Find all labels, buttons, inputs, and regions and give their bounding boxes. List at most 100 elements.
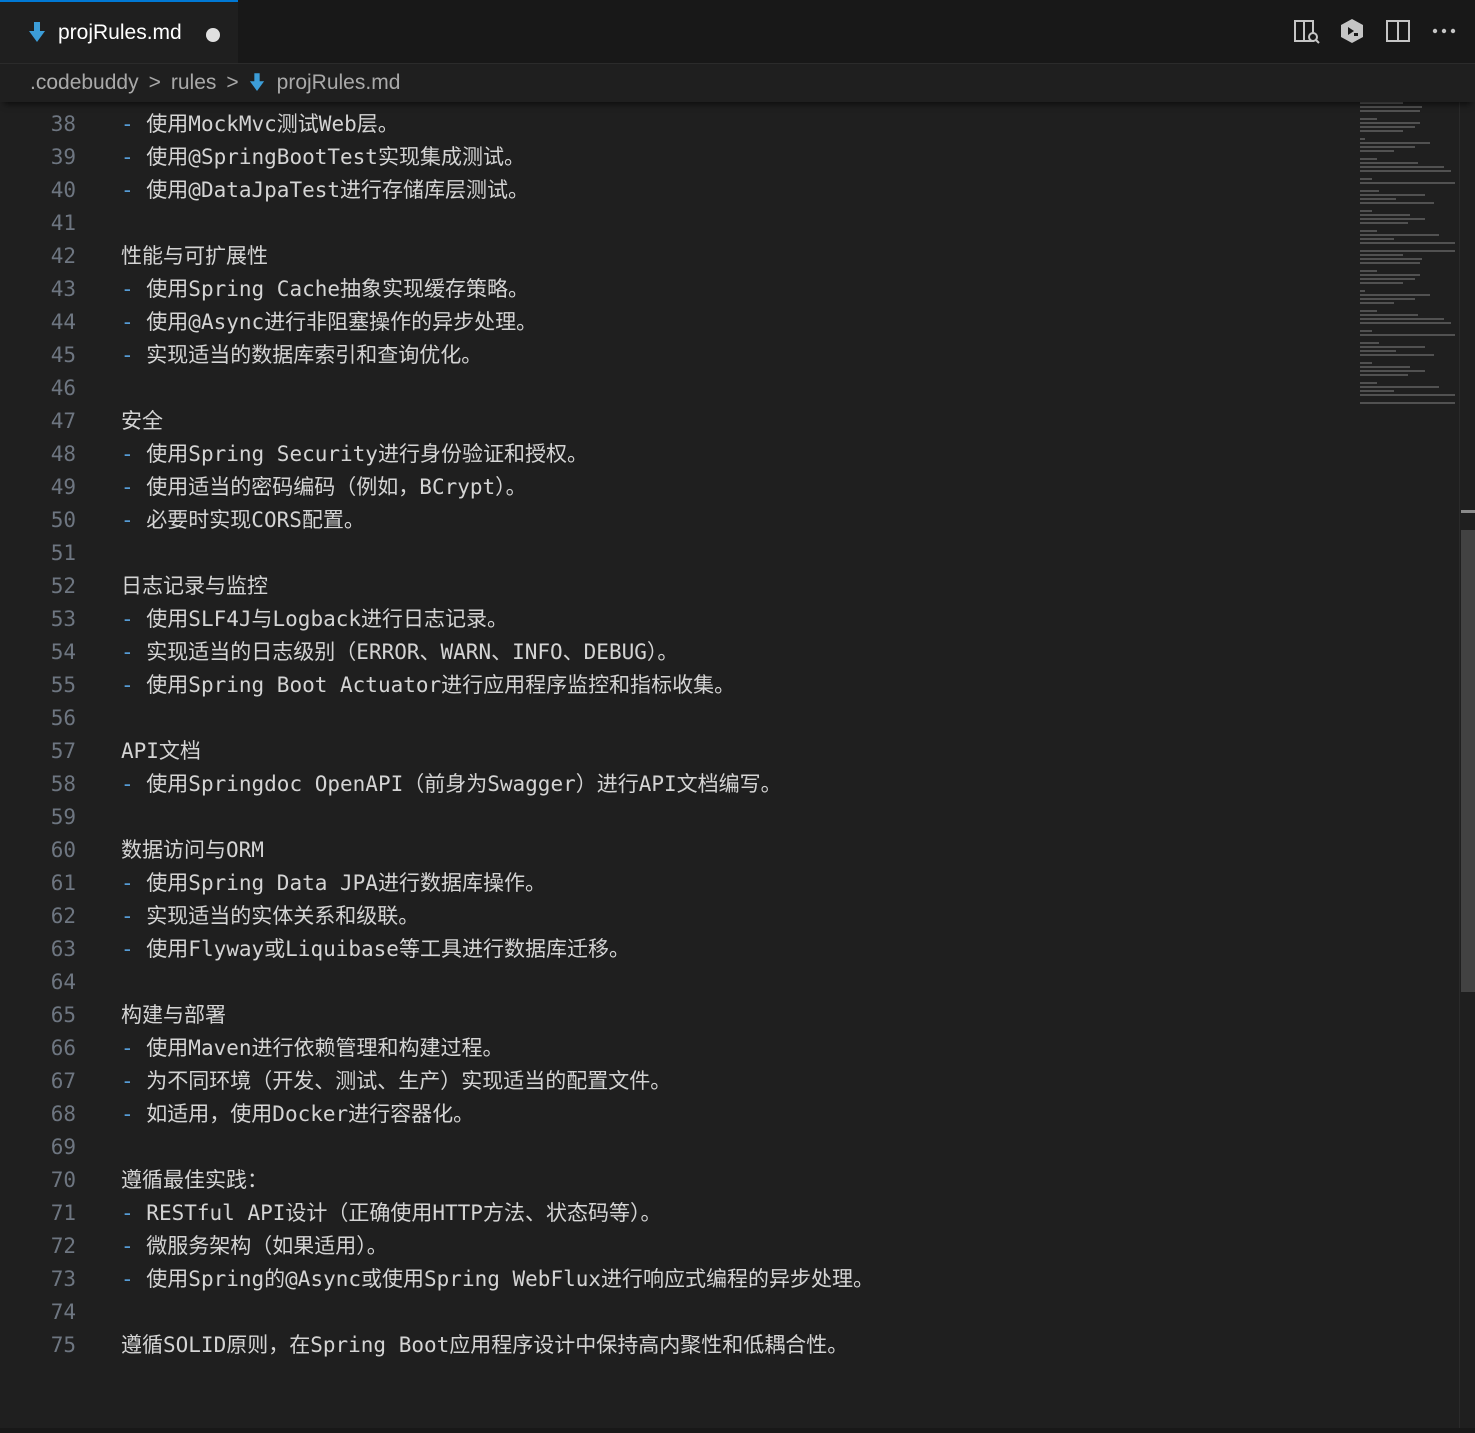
codebuddy-button[interactable]: [1337, 16, 1367, 46]
code-line[interactable]: 41: [0, 207, 1350, 240]
code-line[interactable]: 52 日志记录与监控: [0, 570, 1350, 603]
line-number: 48: [50, 442, 76, 466]
tab-bar: projRules.md: [0, 0, 1475, 64]
code-line[interactable]: 40 - 使用@DataJpaTest进行存储库层测试。: [0, 174, 1350, 207]
minimap-line: [1360, 126, 1415, 128]
minimap-line: [1360, 262, 1420, 264]
line-number: 52: [50, 574, 76, 598]
code-line[interactable]: 61 - 使用Spring Data JPA进行数据库操作。: [0, 867, 1350, 900]
minimap-line: [1360, 282, 1403, 284]
line-number: 60: [50, 838, 76, 862]
tab-label: projRules.md: [58, 20, 182, 44]
scrollbar-cursor-marker: [1461, 510, 1475, 513]
list-marker: -: [121, 1201, 134, 1225]
minimap-line: [1360, 386, 1439, 388]
list-marker: -: [121, 442, 134, 466]
line-text: - 实现适当的实体关系和级联。: [121, 904, 420, 928]
unsaved-changes-dot-icon[interactable]: [206, 28, 220, 42]
minimap-line: [1360, 254, 1403, 256]
code-line[interactable]: 70 遵循最佳实践：: [0, 1164, 1350, 1197]
code-line[interactable]: 54 - 实现适当的日志级别（ERROR、WARN、INFO、DEBUG）。: [0, 636, 1350, 669]
tab-projrules-md[interactable]: projRules.md: [0, 0, 238, 63]
minimap-line: [1360, 318, 1444, 320]
minimap-line: [1360, 334, 1455, 336]
minimap-line: [1360, 270, 1377, 272]
code-line[interactable]: 59: [0, 801, 1350, 834]
code-line[interactable]: 46: [0, 372, 1350, 405]
markdown-file-icon: [249, 73, 264, 91]
code-line[interactable]: 71 - RESTful API设计（正确使用HTTP方法、状态码等）。: [0, 1197, 1350, 1230]
minimap-line: [1360, 158, 1377, 160]
line-text: - 使用@SpringBootTest实现集成测试。: [121, 145, 525, 169]
code-line[interactable]: 43 - 使用Spring Cache抽象实现缓存策略。: [0, 273, 1350, 306]
minimap-line: [1360, 322, 1451, 324]
minimap-line: [1360, 258, 1422, 260]
minimap-line: [1360, 278, 1415, 280]
breadcrumb-separator: >: [226, 71, 239, 94]
list-marker: -: [121, 112, 134, 136]
code-line[interactable]: 42 性能与可扩展性: [0, 240, 1350, 273]
code-line[interactable]: 62 - 实现适当的实体关系和级联。: [0, 900, 1350, 933]
scrollbar-thumb[interactable]: [1461, 530, 1475, 992]
markdown-file-icon: [29, 21, 45, 42]
code-line[interactable]: 45 - 实现适当的数据库索引和查询优化。: [0, 339, 1350, 372]
code-line[interactable]: 60 数据访问与ORM: [0, 834, 1350, 867]
minimap[interactable]: [1360, 102, 1455, 404]
list-marker: -: [121, 277, 134, 301]
editor-actions: [1291, 16, 1459, 46]
code-line[interactable]: 64: [0, 966, 1350, 999]
line-number: 61: [50, 871, 76, 895]
code-line[interactable]: 55 - 使用Spring Boot Actuator进行应用程序监控和指标收集。: [0, 669, 1350, 702]
minimap-line: [1360, 214, 1410, 216]
code-line[interactable]: 44 - 使用@Async进行非阻塞操作的异步处理。: [0, 306, 1350, 339]
open-preview-to-side-button[interactable]: [1291, 16, 1321, 46]
code-line[interactable]: 49 - 使用适当的密码编码（例如，BCrypt）。: [0, 471, 1350, 504]
more-actions-button[interactable]: [1429, 16, 1459, 46]
code-line[interactable]: 66 - 使用Maven进行依赖管理和构建过程。: [0, 1032, 1350, 1065]
minimap-line: [1360, 238, 1394, 240]
code-line[interactable]: 50 - 必要时实现CORS配置。: [0, 504, 1350, 537]
code-line[interactable]: 48 - 使用Spring Security进行身份验证和授权。: [0, 438, 1350, 471]
code-line[interactable]: 63 - 使用Flyway或Liquibase等工具进行数据库迁移。: [0, 933, 1350, 966]
code-line[interactable]: 56: [0, 702, 1350, 735]
breadcrumb-folder-rules[interactable]: rules: [171, 71, 217, 95]
code-line[interactable]: 53 - 使用SLF4J与Logback进行日志记录。: [0, 603, 1350, 636]
line-number: 69: [50, 1135, 76, 1159]
code-line[interactable]: 72 - 微服务架构（如果适用）。: [0, 1230, 1350, 1263]
line-text: - 如适用，使用Docker进行容器化。: [121, 1102, 475, 1126]
code-line[interactable]: 58 - 使用Springdoc OpenAPI（前身为Swagger）进行API…: [0, 768, 1350, 801]
minimap-line: [1360, 290, 1365, 292]
code-line[interactable]: 73 - 使用Spring的@Async或使用Spring WebFlux进行响应…: [0, 1263, 1350, 1296]
split-editor-button[interactable]: [1383, 16, 1413, 46]
code-line[interactable]: 67 - 为不同环境（开发、测试、生产）实现适当的配置文件。: [0, 1065, 1350, 1098]
minimap-line: [1360, 166, 1444, 168]
line-number: 40: [50, 178, 76, 202]
line-number: 41: [50, 211, 76, 235]
line-number: 58: [50, 772, 76, 796]
minimap-line: [1360, 142, 1430, 144]
list-marker: -: [121, 937, 134, 961]
line-text: - 使用Springdoc OpenAPI（前身为Swagger）进行API文档…: [121, 772, 782, 796]
line-number: 74: [50, 1300, 76, 1324]
minimap-line: [1360, 234, 1439, 236]
code-line[interactable]: 57 API文档: [0, 735, 1350, 768]
code-line[interactable]: 47 安全: [0, 405, 1350, 438]
code-line[interactable]: 65 构建与部署: [0, 999, 1350, 1032]
code-line[interactable]: 75 遵循SOLID原则，在Spring Boot应用程序设计中保持高内聚性和低耦…: [0, 1329, 1350, 1362]
code-line[interactable]: 69: [0, 1131, 1350, 1164]
code-line[interactable]: 38 - 使用MockMvc测试Web层。: [0, 108, 1350, 141]
line-text: - 使用SLF4J与Logback进行日志记录。: [121, 607, 509, 631]
minimap-line: [1360, 210, 1372, 212]
code-line[interactable]: 74: [0, 1296, 1350, 1329]
breadcrumb: .codebuddy > rules > projRules.md: [0, 64, 1475, 102]
code-line[interactable]: 39 - 使用@SpringBootTest实现集成测试。: [0, 141, 1350, 174]
list-marker: -: [121, 673, 134, 697]
minimap-line: [1360, 194, 1425, 196]
code-line[interactable]: 51: [0, 537, 1350, 570]
editor-text-area[interactable]: 38 - 使用MockMvc测试Web层。 39 - 使用@SpringBootTes…: [0, 102, 1475, 1433]
line-number: 59: [50, 805, 76, 829]
minimap-line: [1360, 366, 1410, 368]
code-line[interactable]: 68 - 如适用，使用Docker进行容器化。: [0, 1098, 1350, 1131]
breadcrumb-folder-codebuddy[interactable]: .codebuddy: [30, 71, 139, 95]
breadcrumb-file-projrules[interactable]: projRules.md: [277, 71, 401, 95]
